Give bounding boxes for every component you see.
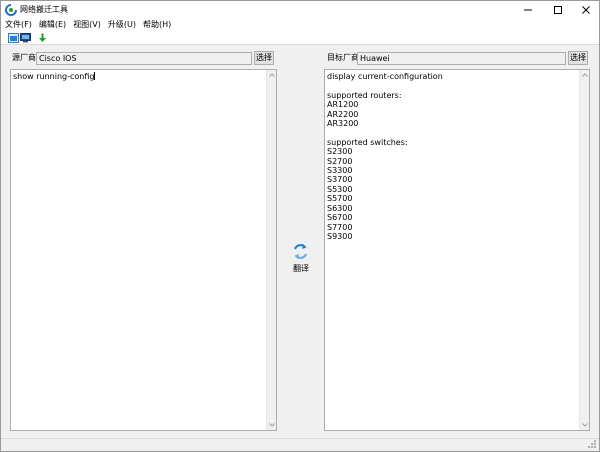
- target-config-text[interactable]: display current-configuration supported …: [327, 72, 577, 428]
- source-select-button[interactable]: 选择: [254, 51, 274, 65]
- menu-edit[interactable]: 编辑(E): [36, 19, 69, 31]
- toolbar: [1, 31, 599, 45]
- source-config-content: show running-config: [13, 72, 95, 81]
- chevron-up-icon: [269, 73, 275, 77]
- status-bar: [1, 438, 599, 451]
- menu-upgrade[interactable]: 升级(U): [105, 19, 139, 31]
- menu-file[interactable]: 文件(F): [2, 19, 35, 31]
- title-bar[interactable]: 网络搬迁工具: [1, 1, 599, 19]
- monitor-icon[interactable]: [20, 33, 31, 43]
- app-window: 网络搬迁工具 文件(F) 编辑(E) 视图(V) 升级(U) 帮助(H) 源厂商…: [0, 0, 600, 452]
- minimize-icon: [524, 9, 532, 11]
- maximize-icon: [554, 6, 562, 14]
- scroll-down-button[interactable]: [580, 420, 590, 430]
- source-config-pane[interactable]: show running-config: [10, 69, 277, 431]
- chevron-down-icon: [582, 423, 588, 427]
- resize-grip-icon[interactable]: [587, 439, 597, 449]
- translate-button-label[interactable]: 翻译: [292, 263, 310, 274]
- source-vendor-field[interactable]: Cisco IOS: [36, 52, 252, 65]
- target-config-pane[interactable]: display current-configuration supported …: [324, 69, 590, 431]
- maximize-button[interactable]: [543, 1, 573, 19]
- source-vendor-label: 源厂商: [12, 53, 36, 62]
- translate-icon[interactable]: [292, 243, 309, 260]
- menu-help[interactable]: 帮助(H): [140, 19, 174, 31]
- text-caret: [94, 72, 96, 80]
- window-title: 网络搬迁工具: [20, 5, 68, 14]
- menu-bar: 文件(F) 编辑(E) 视图(V) 升级(U) 帮助(H): [1, 19, 599, 31]
- source-config-text[interactable]: show running-config: [13, 72, 264, 428]
- target-scrollbar[interactable]: [579, 70, 589, 430]
- target-select-button[interactable]: 选择: [568, 51, 588, 65]
- source-vendor-value: Cisco IOS: [39, 54, 77, 63]
- download-arrow-icon[interactable]: [37, 33, 48, 43]
- target-vendor-field[interactable]: Huawei: [357, 52, 566, 65]
- window-tile-icon[interactable]: [8, 33, 19, 43]
- scroll-down-button[interactable]: [267, 420, 277, 430]
- menu-view[interactable]: 视图(V): [70, 19, 104, 31]
- target-vendor-value: Huawei: [360, 54, 390, 63]
- chevron-up-icon: [582, 73, 588, 77]
- app-logo-icon: [5, 4, 17, 16]
- chevron-down-icon: [269, 423, 275, 427]
- source-scrollbar[interactable]: [266, 70, 276, 430]
- minimize-button[interactable]: [513, 1, 543, 19]
- scroll-up-button[interactable]: [580, 70, 590, 80]
- scroll-up-button[interactable]: [267, 70, 277, 80]
- close-button[interactable]: [571, 1, 600, 19]
- close-icon: [582, 6, 590, 14]
- target-vendor-label: 目标厂商: [327, 53, 359, 62]
